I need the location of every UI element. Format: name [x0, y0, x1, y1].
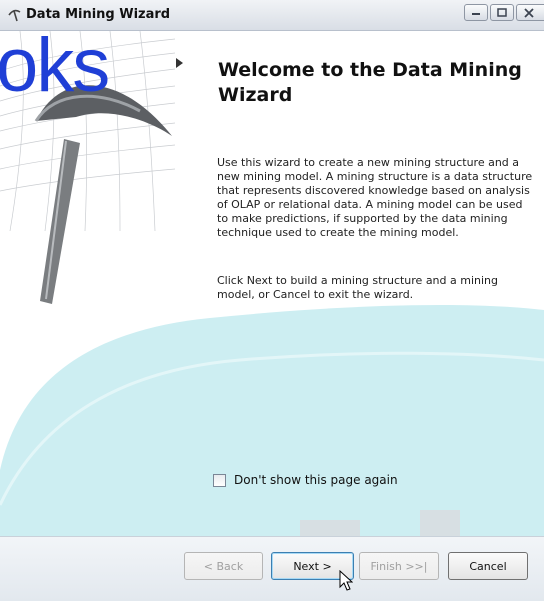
maximize-button[interactable] [490, 4, 514, 21]
overlay-watermark-text: oks [0, 23, 110, 108]
back-button[interactable]: < Back [184, 552, 263, 580]
dont-show-again-label[interactable]: Don't show this page again [234, 473, 398, 487]
mouse-pointer-icon [339, 570, 353, 591]
wizard-window: Data Mining Wizard oks Welcome to the Da… [0, 0, 544, 601]
finish-button[interactable]: Finish >>| [359, 552, 439, 580]
minimize-button[interactable] [464, 4, 488, 21]
window-title: Data Mining Wizard [26, 7, 171, 22]
dont-show-again-checkbox[interactable] [213, 474, 226, 487]
minimize-icon [472, 13, 480, 15]
page-title: Welcome to the Data Mining Wizard [218, 59, 522, 106]
maximize-icon [497, 8, 507, 17]
step-arrow-icon [176, 58, 183, 68]
intro-paragraph: Use this wizard to create a new mining s… [217, 156, 533, 239]
instructions-paragraph: Click Next to build a mining structure a… [217, 274, 498, 301]
close-button[interactable] [516, 4, 544, 21]
close-icon [524, 8, 534, 18]
pickaxe-icon [8, 9, 21, 22]
cancel-button[interactable]: Cancel [448, 552, 528, 580]
